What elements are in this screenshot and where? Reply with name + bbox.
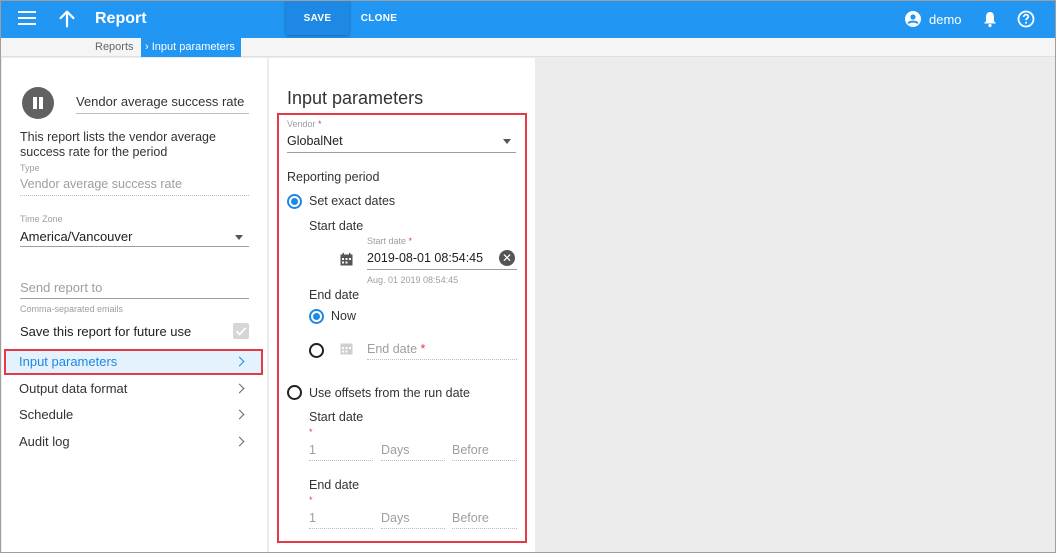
exact-dates-label[interactable]: Set exact dates (309, 194, 395, 208)
nav-label: Audit log (19, 434, 70, 449)
start-date-heading: Start date (309, 219, 364, 233)
offset-end-direction[interactable]: Before (452, 511, 489, 525)
report-description: This report lists the vendor average suc… (20, 130, 216, 159)
menu-icon[interactable] (18, 11, 36, 27)
type-label: Type (20, 163, 40, 173)
timezone-underline (20, 246, 249, 247)
end-date-input[interactable]: End date * (367, 342, 425, 356)
end-now-label[interactable]: Now (331, 309, 356, 323)
vendor-underline (287, 152, 516, 153)
top-bar: Report SAVE CLONE demo (0, 0, 1056, 38)
timezone-select[interactable]: America/Vancouver (20, 229, 132, 244)
start-date-label: Start date * (367, 236, 413, 246)
nav-input-parameters[interactable]: Input parameters (4, 349, 263, 375)
calendar-icon (340, 343, 353, 355)
nav-label: Output data format (19, 381, 128, 396)
offset-start-unit-underline (381, 460, 445, 461)
panel-title: Input parameters (287, 88, 424, 108)
nav-label: Input parameters (19, 354, 118, 369)
offset-end-heading: End date (309, 478, 360, 492)
nav-output-data-format[interactable]: Output data format (4, 376, 263, 402)
offset-end-value-underline (309, 528, 373, 529)
exact-dates-radio[interactable] (287, 194, 302, 209)
vendor-select[interactable]: GlobalNet (287, 134, 343, 148)
nav-audit-log[interactable]: Audit log (4, 429, 263, 455)
offset-end-direction-underline (452, 528, 517, 529)
breadcrumb-current-label: Input parameters (151, 41, 235, 53)
offset-start-value-underline (309, 460, 373, 461)
send-report-underline (20, 298, 249, 299)
start-date-underline (367, 269, 517, 270)
start-date-input[interactable]: 2019-08-01 08:54:45 (367, 251, 483, 265)
end-date-radio[interactable] (309, 343, 324, 358)
type-value: Vendor average success rate (20, 177, 182, 191)
end-now-radio[interactable] (309, 309, 324, 324)
offset-start-direction[interactable]: Before (452, 443, 489, 457)
offset-start-value[interactable]: 1 (309, 443, 316, 457)
chevron-right-icon (234, 383, 245, 394)
required-mark: * (309, 495, 313, 505)
clone-button[interactable]: CLONE (354, 0, 404, 35)
clear-icon[interactable]: ✕ (499, 250, 515, 266)
arrow-up-icon[interactable] (56, 8, 78, 30)
nav-label: Schedule (19, 407, 74, 422)
save-button[interactable]: SAVE (286, 0, 349, 35)
account-icon[interactable] (905, 11, 921, 27)
offsets-radio[interactable] (287, 385, 302, 400)
chevron-right-icon (234, 356, 245, 367)
check-icon (235, 327, 247, 336)
offset-end-unit[interactable]: Days (381, 511, 409, 525)
breadcrumb-current: › Input parameters (141, 38, 241, 57)
save-future-label: Save this report for future use (20, 324, 192, 339)
offsets-label[interactable]: Use offsets from the run date (309, 386, 470, 400)
help-icon[interactable] (1017, 10, 1035, 28)
chevron-down-icon[interactable] (503, 139, 511, 144)
type-divider (20, 195, 249, 196)
offset-start-unit[interactable]: Days (381, 443, 409, 457)
breadcrumb: Reports › Input parameters (0, 38, 1056, 57)
required-mark: * (309, 427, 313, 437)
bell-icon[interactable] (981, 10, 999, 28)
chevron-right-icon: › (145, 41, 152, 53)
chevron-right-icon (234, 436, 245, 447)
offset-end-unit-underline (381, 528, 445, 529)
offset-start-heading: Start date (309, 410, 364, 424)
user-name[interactable]: demo (929, 12, 962, 27)
timezone-label: Time Zone (20, 214, 63, 224)
calendar-icon[interactable] (340, 253, 353, 266)
end-date-underline (367, 359, 517, 360)
end-date-heading: End date (309, 288, 360, 302)
start-date-hint: Aug. 01 2019 08:54:45 (367, 275, 459, 285)
save-future-checkbox[interactable] (233, 323, 249, 339)
send-report-hint: Comma-separated emails (20, 304, 124, 314)
pause-icon[interactable] (22, 87, 54, 119)
chevron-right-icon (234, 409, 245, 420)
report-name-field[interactable]: Vendor average success rate (76, 94, 249, 114)
offset-end-value[interactable]: 1 (309, 511, 316, 525)
page-title: Report (95, 10, 147, 27)
vendor-label: Vendor * (287, 119, 322, 129)
nav-schedule[interactable]: Schedule (4, 402, 263, 428)
breadcrumb-reports[interactable]: Reports (95, 41, 134, 53)
reporting-period-heading: Reporting period (287, 170, 380, 184)
chevron-down-icon[interactable] (235, 235, 243, 240)
offset-start-direction-underline (452, 460, 517, 461)
send-report-input[interactable]: Send report to (20, 280, 102, 295)
